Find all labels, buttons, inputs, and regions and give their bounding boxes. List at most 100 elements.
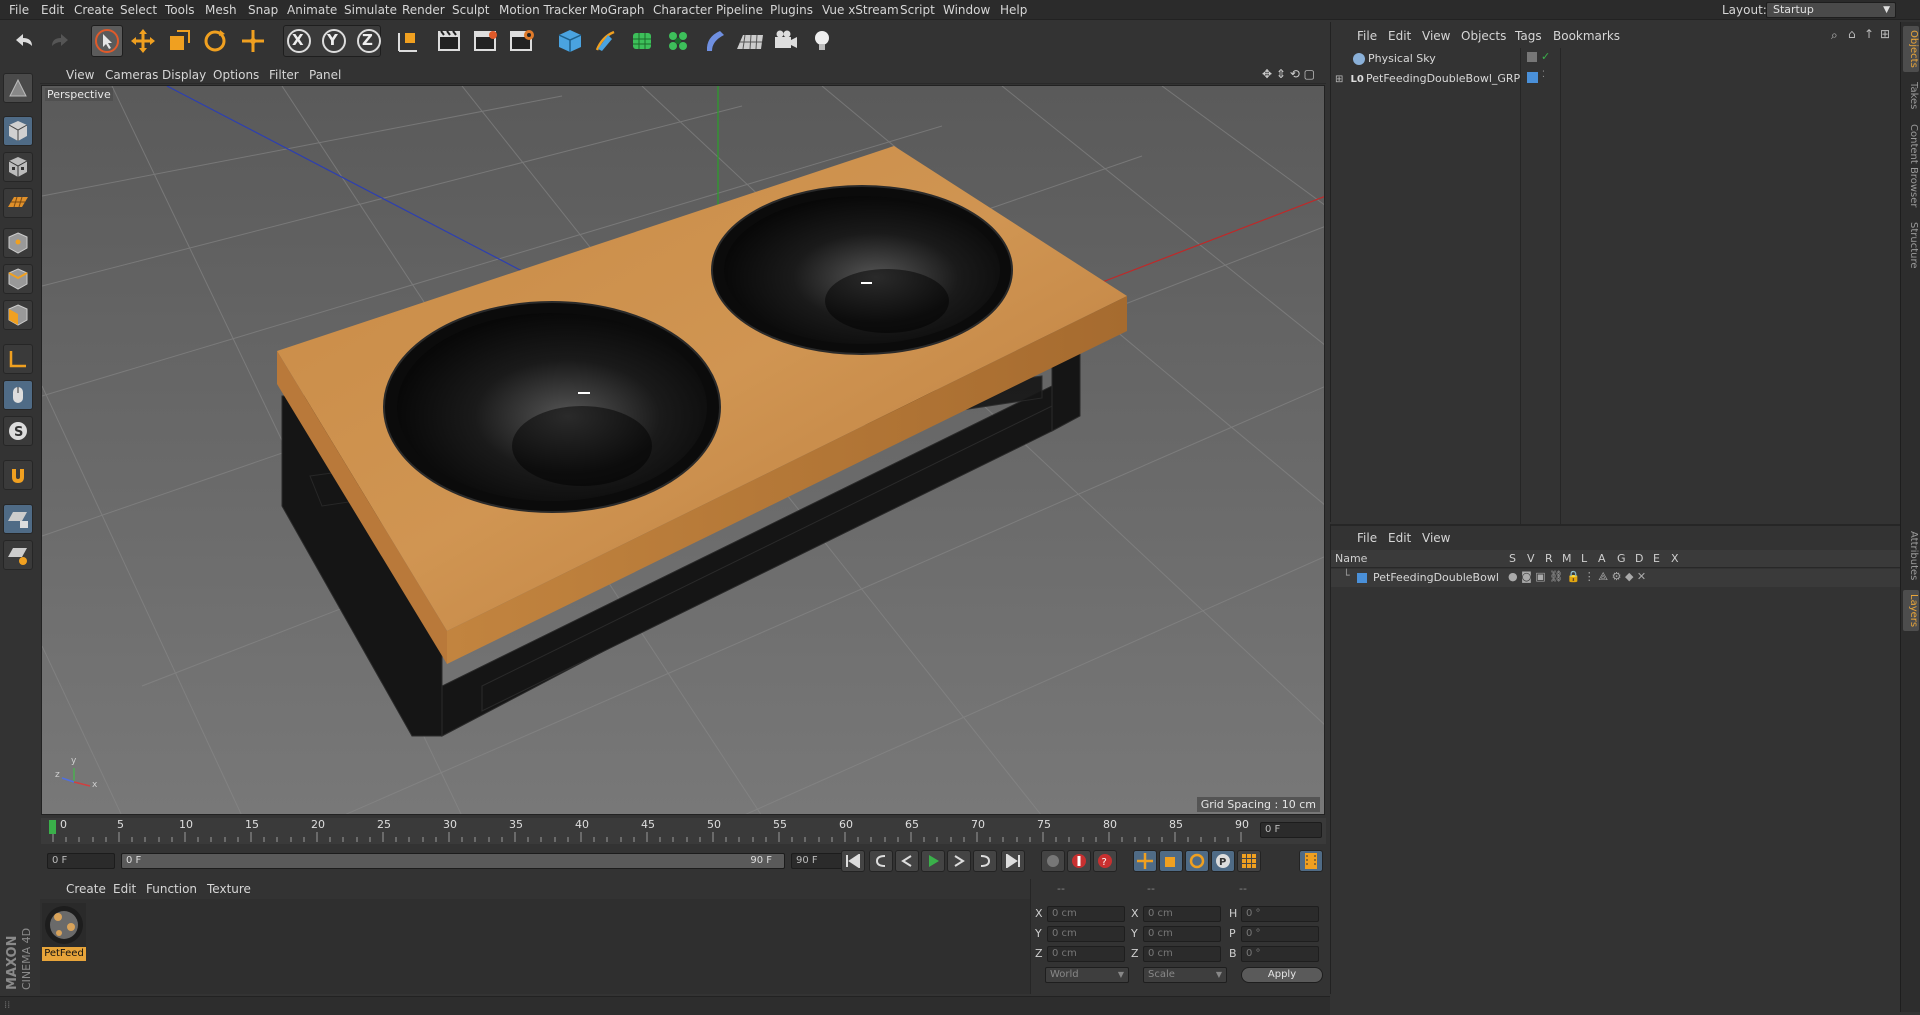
menu-mesh[interactable]: Mesh [205,3,237,17]
viewport-menu-cameras[interactable]: Cameras [105,68,158,82]
menu-window[interactable]: Window [943,3,990,17]
menu-help[interactable]: Help [1000,3,1027,17]
undo-button[interactable] [8,25,40,57]
layer-color-icon[interactable] [1527,72,1538,83]
checkmark-icon[interactable]: ✓ [1541,50,1550,63]
next-frame-button[interactable] [947,850,971,872]
layer-color-swatch[interactable] [1357,573,1367,583]
om-menu-tags[interactable]: Tags [1515,29,1542,43]
coordinate-system-button[interactable] [391,25,423,57]
texture-mode-button[interactable] [3,152,33,182]
material-menu-function[interactable]: Function [146,882,197,896]
redo-button[interactable] [44,25,76,57]
viewport-menu-panel[interactable]: Panel [309,68,341,82]
om-menu-edit[interactable]: Edit [1388,29,1411,43]
om-menu-objects[interactable]: Objects [1461,29,1506,43]
menu-file[interactable]: File [9,3,29,17]
menu-vue-xstream[interactable]: Vue xStream [822,3,899,17]
visibility-dots-icon[interactable]: ⁚ [1542,70,1545,80]
transform-tool-button[interactable] [237,25,269,57]
tab-content-browser[interactable]: Content Browser [1903,120,1919,211]
tab-attributes[interactable]: Attributes [1903,527,1919,584]
play-button[interactable] [921,850,945,872]
autokey-button[interactable]: ? [1093,850,1117,872]
om-menu-file[interactable]: File [1357,29,1377,43]
om-menu-bookmarks[interactable]: Bookmarks [1553,29,1620,43]
viewport-navigation-icons[interactable]: ✥ ⇕ ⟲ ▢ [1262,67,1315,81]
timeline-ruler[interactable]: 0 5 10 15 20 25 30 35 40 45 50 55 60 65 … [41,818,1326,844]
tab-takes[interactable]: Takes [1903,78,1919,113]
coordinate-space-dropdown[interactable]: World ▼ [1045,967,1129,983]
menu-edit[interactable]: Edit [41,3,64,17]
position-y-field[interactable]: 0 cm [1047,926,1125,942]
layer-menu-view[interactable]: View [1422,531,1450,545]
prev-keyframe-button[interactable] [869,850,893,872]
floor-button[interactable] [734,25,766,57]
key-position-button[interactable] [1133,850,1157,872]
layer-menu-file[interactable]: File [1357,531,1377,545]
z-axis-button[interactable]: Z [353,25,385,57]
layer-menu-edit[interactable]: Edit [1388,531,1411,545]
axis-mode-button[interactable] [3,344,33,374]
perspective-viewport[interactable]: Perspective y x z Grid Spacing : 10 cm [41,85,1325,815]
position-z-field[interactable]: 0 cm [1047,946,1125,962]
position-x-field[interactable]: 0 cm [1047,906,1125,922]
rotation-h-field[interactable]: 0 ° [1241,906,1319,922]
snap-button[interactable] [3,460,33,490]
polygons-mode-button[interactable] [3,300,33,330]
new-window-icon[interactable]: ⊞ [1880,27,1890,41]
up-arrow-icon[interactable]: ↑ [1864,27,1874,41]
current-frame-field[interactable]: 0 F [1260,822,1322,838]
prev-frame-button[interactable] [895,850,919,872]
size-z-field[interactable]: 0 cm [1143,946,1221,962]
key-rotation-button[interactable] [1185,850,1209,872]
camera-button[interactable] [770,25,802,57]
cloner-button[interactable] [662,25,694,57]
menu-character[interactable]: Character [653,3,712,17]
timeline-view-button[interactable] [1299,850,1323,872]
key-pla-button[interactable] [1237,850,1261,872]
tab-objects[interactable]: Objects [1903,26,1919,72]
key-parameter-button[interactable]: P [1211,850,1235,872]
menu-select[interactable]: Select [120,3,157,17]
om-menu-view[interactable]: View [1422,29,1450,43]
tab-layers[interactable]: Layers [1903,590,1919,632]
rotation-b-field[interactable]: 0 ° [1241,946,1319,962]
menu-plugins[interactable]: Plugins [770,3,813,17]
apply-button[interactable]: Apply [1241,967,1323,983]
edges-mode-button[interactable] [3,264,33,294]
solo-mode-button[interactable]: S [3,416,33,446]
workplane-mode-button[interactable] [3,188,33,218]
size-y-field[interactable]: 0 cm [1143,926,1221,942]
frame-range-slider[interactable]: 0 F 90 F [121,853,785,869]
tab-structure[interactable]: Structure [1903,218,1919,273]
make-editable-button[interactable] [3,73,33,103]
cube-object-button[interactable] [554,25,586,57]
menu-simulate[interactable]: Simulate [344,3,397,17]
goto-end-button[interactable] [1001,850,1025,872]
move-tool-button[interactable] [127,25,159,57]
menu-motion-tracker[interactable]: Motion Tracker [499,3,587,17]
key-scale-button[interactable] [1159,850,1183,872]
menu-render[interactable]: Render [402,3,445,17]
search-icon[interactable]: ⌕ [1831,28,1838,43]
tree-item-physical-sky[interactable]: Physical Sky [1335,50,1436,68]
start-frame-field[interactable]: 0 F [47,853,115,869]
size-x-field[interactable]: 0 cm [1143,906,1221,922]
menu-script[interactable]: Script [900,3,935,17]
menu-create[interactable]: Create [74,3,114,17]
viewport-menu-options[interactable]: Options [213,68,259,82]
model-mode-button[interactable] [3,116,33,146]
tweak-mode-button[interactable] [3,380,33,410]
subdivision-surface-button[interactable] [626,25,658,57]
lock-workplane-button[interactable] [3,504,33,534]
menu-pipeline[interactable]: Pipeline [716,3,763,17]
rotation-p-field[interactable]: 0 ° [1241,926,1319,942]
layer-toggle-icons[interactable]: ● ◙ ▣ ⛓ 🔒 ⋮ ⟁ ⚙ ◆ ✕ [1508,570,1646,584]
visibility-icon[interactable] [1527,52,1537,62]
deformer-button[interactable] [698,25,730,57]
viewport-menu-view[interactable]: View [66,68,94,82]
select-tool-button[interactable] [91,25,123,57]
render-settings-button[interactable] [506,25,538,57]
viewport-menu-display[interactable]: Display [162,68,206,82]
